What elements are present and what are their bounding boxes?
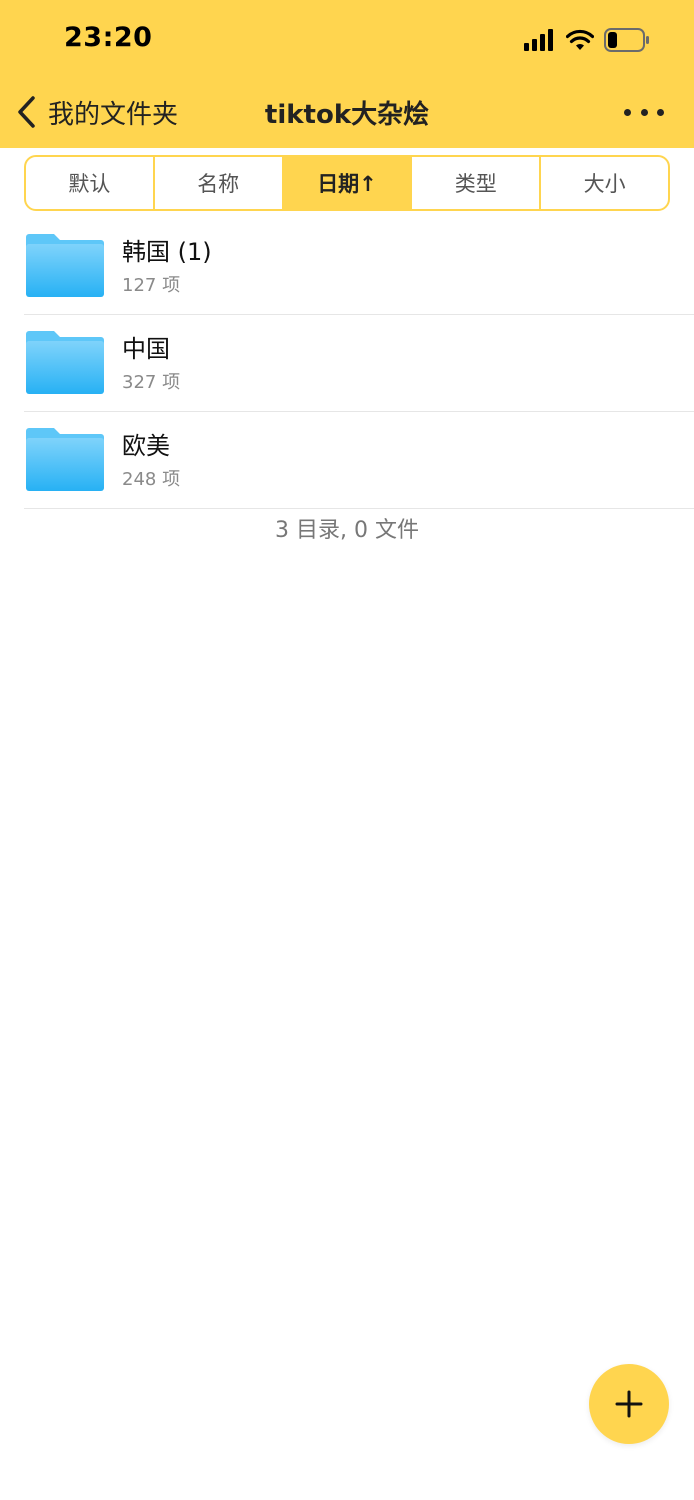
- folder-item-count: 127 项: [122, 275, 181, 296]
- battery-low-icon: [604, 28, 649, 52]
- sort-tab-name[interactable]: 名称: [155, 157, 284, 209]
- more-button[interactable]: [624, 102, 664, 122]
- folder-name: 欧美: [122, 432, 170, 460]
- sort-tab-type[interactable]: 类型: [412, 157, 542, 209]
- back-button[interactable]: 我的文件夹: [16, 92, 178, 132]
- folder-name: 韩国 (1): [122, 238, 212, 266]
- folder-item-count: 327 项: [122, 372, 181, 393]
- wifi-icon: [566, 29, 594, 50]
- divider: [24, 508, 694, 509]
- folder-name: 中国: [122, 335, 170, 363]
- folder-row-china[interactable]: 中国 327 项: [0, 315, 694, 412]
- sort-tab-date[interactable]: 日期↑: [283, 157, 413, 209]
- header: 23:20 我的文件夹 tiktok大杂烩: [0, 0, 694, 148]
- folder-row-korea[interactable]: 韩国 (1) 127 项: [0, 218, 694, 315]
- directory-summary: 3 目录, 0 文件: [275, 518, 419, 543]
- sort-tab-size[interactable]: 大小: [541, 157, 668, 209]
- folder-icon: [26, 234, 104, 297]
- folder-row-europe-america[interactable]: 欧美 248 项: [0, 412, 694, 509]
- more-horizontal-icon: [624, 108, 631, 116]
- folder-icon: [26, 331, 104, 394]
- folder-list: 韩国 (1) 127 项 中国 327 项 欧美 248 项: [0, 218, 694, 509]
- plus-icon: [615, 1390, 643, 1418]
- back-label: 我的文件夹: [48, 99, 179, 130]
- folder-item-count: 248 项: [122, 469, 181, 490]
- status-bar: 23:20: [0, 0, 694, 80]
- chevron-left-icon: [18, 96, 35, 128]
- signal-icon: [524, 29, 553, 51]
- sort-segmented-control: 默认 名称 日期↑ 类型 大小: [24, 155, 670, 211]
- sort-tab-default[interactable]: 默认: [26, 157, 155, 209]
- add-button[interactable]: [589, 1364, 669, 1444]
- nav-bar: 我的文件夹 tiktok大杂烩: [0, 80, 694, 144]
- status-time: 23:20: [64, 22, 153, 53]
- folder-icon: [26, 428, 104, 491]
- status-icons: [524, 26, 650, 54]
